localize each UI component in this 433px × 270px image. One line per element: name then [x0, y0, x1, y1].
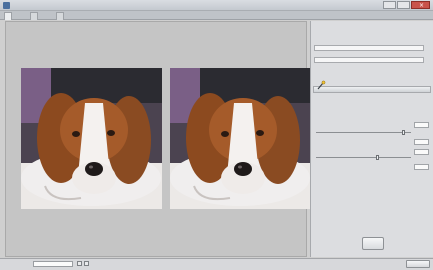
slider-thumb[interactable]	[376, 155, 379, 160]
tab-optimized[interactable]	[30, 12, 38, 20]
app-icon	[3, 2, 10, 9]
close-icon: ×	[419, 2, 425, 9]
slider-thumb[interactable]	[402, 130, 405, 135]
maximize-button[interactable]	[397, 1, 410, 9]
slider-value-field[interactable]	[414, 164, 429, 170]
optimized-image-preview[interactable]	[170, 68, 311, 209]
preset-field[interactable]	[314, 45, 424, 51]
original-image-preview[interactable]	[21, 68, 162, 209]
slider-track[interactable]	[316, 157, 411, 158]
done-button[interactable]	[406, 260, 430, 268]
close-button[interactable]: ×	[411, 1, 430, 9]
slider-value-field[interactable]	[414, 139, 429, 145]
save-button[interactable]	[362, 237, 384, 250]
section-header[interactable]	[313, 86, 431, 93]
magic-wand-icon	[317, 80, 326, 90]
title-bar	[0, 0, 433, 11]
minimize-button[interactable]	[383, 1, 396, 9]
tab-original[interactable]	[4, 12, 12, 20]
slider-value-field[interactable]	[414, 149, 429, 155]
slider-track[interactable]	[316, 132, 411, 133]
fit-view-icon[interactable]	[77, 261, 82, 266]
tab-bar	[0, 11, 433, 20]
format-dropdown[interactable]	[314, 57, 424, 63]
actual-size-icon[interactable]	[84, 261, 89, 266]
zoom-field[interactable]	[33, 261, 73, 267]
tab-2up[interactable]	[56, 12, 64, 20]
slider-value-field[interactable]	[414, 122, 429, 128]
